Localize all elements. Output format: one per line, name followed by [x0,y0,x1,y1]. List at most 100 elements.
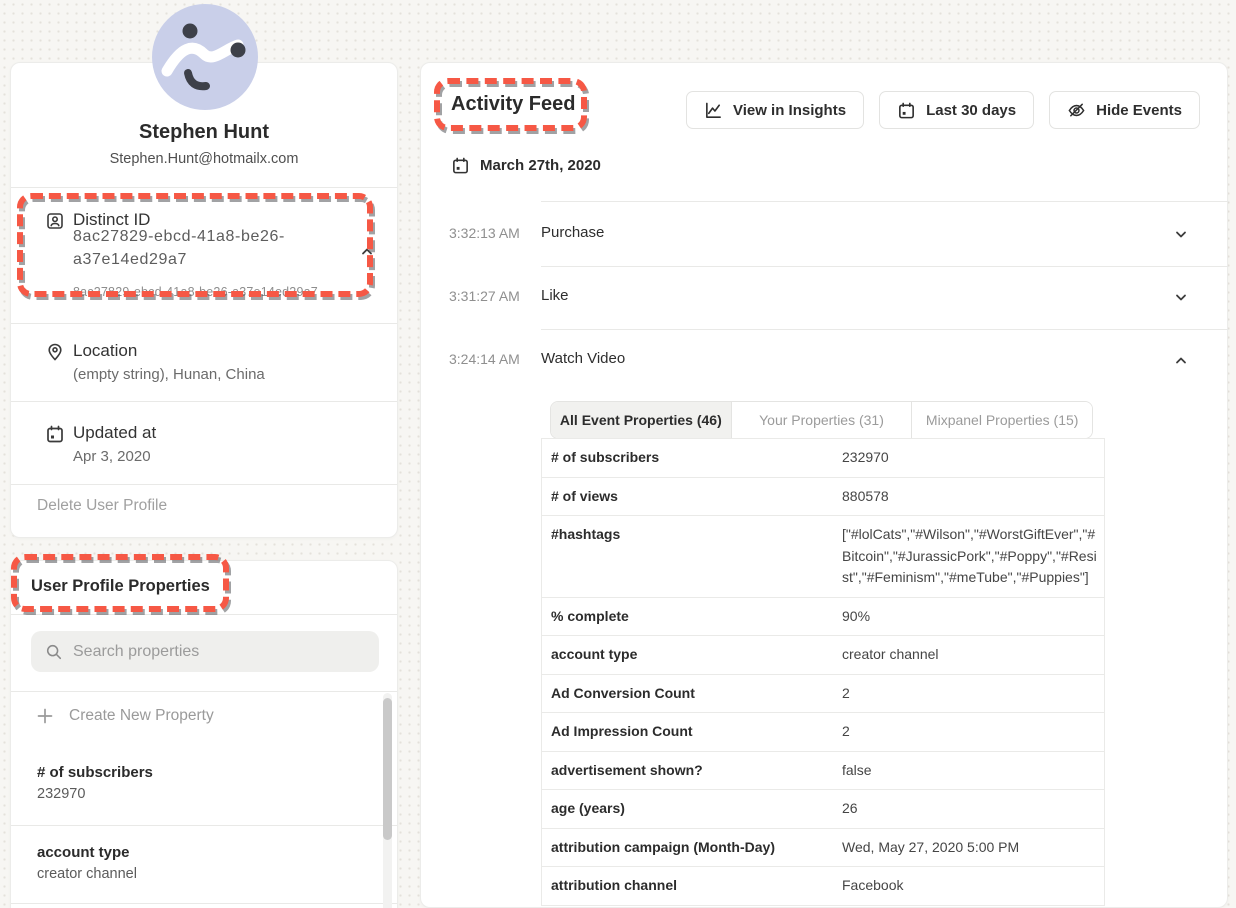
date-range-button[interactable]: Last 30 days [879,91,1034,129]
user-profile-properties-title: User Profile Properties [31,577,210,596]
property-list-item[interactable]: account type creator channel [37,844,367,882]
tab-your-properties[interactable]: Your Properties (31) [732,402,913,438]
property-key: attribution channel [542,867,842,905]
location-pin-icon [45,342,65,362]
line-chart-icon [704,101,723,120]
property-key: attribution campaign (Month-Day) [542,829,842,867]
property-value: creator channel [37,866,367,882]
property-key: account type [542,636,842,674]
date-group-header: March 27th, 2020 [451,156,601,175]
table-row: % complete 90% [542,598,1104,637]
activity-feed-card: Activity Feed View in Insights Last 30 d… [420,62,1228,908]
property-key: #hashtags [542,516,842,597]
divider [11,187,397,188]
event-properties-table: # of subscribers 232970 # of views 88057… [541,438,1105,906]
property-value: ["#lolCats","#Wilson","#WorstGiftEver","… [842,516,1104,597]
chevron-down-icon[interactable] [1173,226,1189,242]
hide-events-label: Hide Events [1096,102,1182,119]
date-group-label: March 27th, 2020 [480,157,601,174]
collapse-distinct-id-button[interactable] [358,243,376,261]
divider [11,903,397,904]
view-in-insights-label: View in Insights [733,102,846,119]
property-name: # of subscribers [37,764,367,781]
divider [541,201,1229,202]
event-name: Watch Video [541,350,625,367]
divider [11,323,397,324]
chevron-down-icon[interactable] [1173,289,1189,305]
table-row: #hashtags ["#lolCats","#Wilson","#WorstG… [542,516,1104,598]
search-icon [45,643,63,661]
delete-user-profile-link[interactable]: Delete User Profile [37,497,167,515]
user-profile-properties-card: User Profile Properties Create New Prope… [10,560,398,908]
user-name: Stephen Hunt [11,121,397,144]
user-email: Stephen.Hunt@hotmailx.com [11,151,397,167]
property-key: advertisement shown? [542,752,842,790]
event-time: 3:31:27 AM [449,288,520,304]
divider [11,401,397,402]
event-properties-tabbar: All Event Properties (46) Your Propertie… [550,401,1093,439]
table-row: attribution campaign (Month-Day) Wed, Ma… [542,829,1104,868]
distinct-id-value: 8ac27829-ebcd-41a8-be26-a37e14ed29a7 [73,225,313,271]
activity-toolbar: View in Insights Last 30 days Hide Event… [686,91,1200,129]
divider [11,484,397,485]
create-new-property-label: Create New Property [69,707,214,725]
chevron-up-icon [359,243,375,259]
user-avatar [152,4,258,110]
search-properties-input[interactable] [73,643,365,661]
scrollbar-thumb[interactable] [383,698,392,840]
tab-mixpanel-properties[interactable]: Mixpanel Properties (15) [912,402,1092,438]
property-key: # of views [542,478,842,516]
create-new-property-button[interactable]: Create New Property [37,707,214,725]
activity-feed-title: Activity Feed [451,93,575,116]
property-key: % complete [542,598,842,636]
property-value: 232970 [842,439,1104,477]
property-key: Ad Impression Count [542,713,842,751]
divider [11,614,397,615]
profile-card: Stephen Hunt Stephen.Hunt@hotmailx.com D… [10,62,398,538]
event-row-watch-video[interactable]: 3:24:14 AM Watch Video [421,329,1227,392]
updated-at-label: Updated at [73,423,156,443]
divider [11,825,397,826]
search-properties-box [31,631,379,672]
view-in-insights-button[interactable]: View in Insights [686,91,864,129]
table-row: Ad Impression Count 2 [542,713,1104,752]
property-name: account type [37,844,367,861]
event-time: 3:24:14 AM [449,351,520,367]
property-value: 880578 [842,478,1104,516]
event-name: Like [541,287,569,304]
event-name: Purchase [541,224,604,241]
calendar-icon [897,101,916,120]
property-list-item[interactable]: # of subscribers 232970 [37,764,367,802]
property-key: Ad Conversion Count [542,675,842,713]
property-key: # of subscribers [542,439,842,477]
property-value: 2 [842,713,1104,751]
date-range-label: Last 30 days [926,102,1016,119]
user-profile-page: Stephen Hunt Stephen.Hunt@hotmailx.com D… [0,0,1236,908]
location-value: (empty string), Hunan, China [73,366,265,383]
table-row: advertisement shown? false [542,752,1104,791]
divider [11,691,397,692]
property-value: 26 [842,790,1104,828]
table-row: Ad Conversion Count 2 [542,675,1104,714]
updated-at-value: Apr 3, 2020 [73,448,151,465]
event-row-like[interactable]: 3:31:27 AM Like [421,266,1227,329]
location-label: Location [73,341,137,361]
property-value: 2 [842,675,1104,713]
table-row: account type creator channel [542,636,1104,675]
property-value: 90% [842,598,1104,636]
calendar-icon [45,424,65,444]
event-row-purchase[interactable]: 3:32:13 AM Purchase [421,203,1227,266]
table-row: age (years) 26 [542,790,1104,829]
distinct-id-subvalue: 8ac27829-ebcd-41a8-be26-a37e14ed29a7 [73,285,318,299]
tab-all-event-properties[interactable]: All Event Properties (46) [551,402,732,438]
table-row: # of subscribers 232970 [542,439,1104,478]
event-time: 3:32:13 AM [449,225,520,241]
hide-events-button[interactable]: Hide Events [1049,91,1200,129]
calendar-icon [451,156,470,175]
table-row: attribution channel Facebook [542,867,1104,906]
property-value: Wed, May 27, 2020 5:00 PM [842,829,1104,867]
chevron-up-icon[interactable] [1173,352,1189,368]
property-value: 232970 [37,786,367,802]
plus-icon [37,708,53,724]
property-value: false [842,752,1104,790]
